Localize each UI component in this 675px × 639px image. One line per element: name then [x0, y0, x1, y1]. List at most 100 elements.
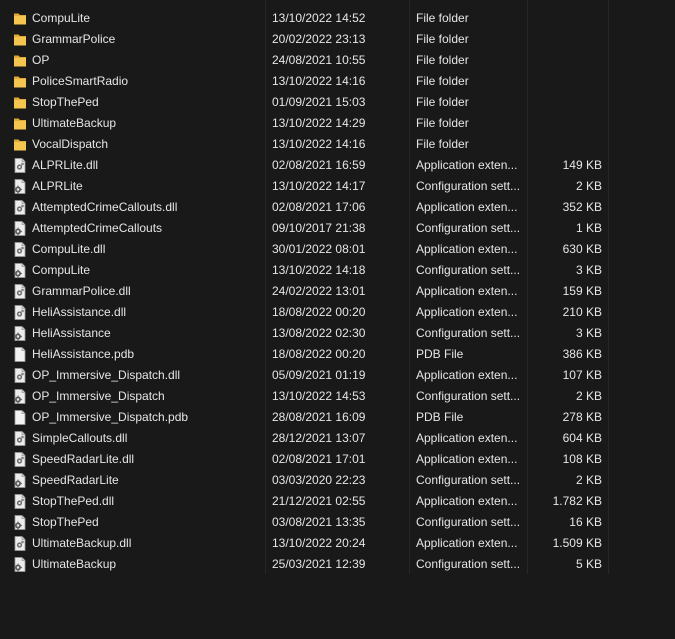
config-icon: [13, 263, 27, 278]
file-type: Application exten...: [416, 536, 518, 550]
file-type: Application exten...: [416, 158, 518, 172]
file-name: AttemptedCrimeCallouts.dll: [32, 200, 178, 214]
file-list: CompuLite 13/10/2022 14:52 File folder Gram…: [0, 8, 675, 575]
file-type: Application exten...: [416, 305, 518, 319]
file-type: Application exten...: [416, 494, 518, 508]
file-name: SpeedRadarLite.dll: [32, 452, 135, 466]
file-size: 107 KB: [562, 368, 602, 382]
date-modified: 05/09/2021 01:19: [272, 368, 366, 382]
file-size: 1.782 KB: [552, 494, 602, 508]
date-modified: 13/10/2022 14:16: [272, 137, 366, 151]
config-icon: [13, 515, 27, 530]
date-modified: 13/10/2022 14:16: [272, 74, 366, 88]
file-size: 108 KB: [562, 452, 602, 466]
file-row[interactable]: GrammarPolice 20/02/2022 23:13 File folder: [0, 29, 675, 50]
file-row[interactable]: OP_Immersive_Dispatch.dll 05/09/2021 01:1…: [0, 365, 675, 386]
file-type: File folder: [416, 53, 469, 67]
file-name: StopThePed.dll: [32, 494, 115, 508]
file-size: 16 KB: [569, 515, 602, 529]
file-name: OP_Immersive_Dispatch: [32, 389, 165, 403]
dll-icon: [13, 158, 27, 173]
date-modified: 24/08/2021 10:55: [272, 53, 366, 67]
file-row[interactable]: GrammarPolice.dll 24/02/2022 13:01 Applica…: [0, 281, 675, 302]
file-name: CompuLite: [32, 263, 91, 277]
file-size: 2 KB: [575, 389, 602, 403]
file-name: StopThePed: [32, 95, 99, 109]
file-name: GrammarPolice: [32, 32, 116, 46]
file-row[interactable]: SpeedRadarLite.dll 02/08/2021 17:01 Applic…: [0, 449, 675, 470]
file-name: SimpleCallouts.dll: [32, 431, 128, 445]
file-row[interactable]: AttemptedCrimeCallouts.dll 02/08/2021 17:…: [0, 197, 675, 218]
folder-icon: [13, 32, 27, 47]
file-row[interactable]: SimpleCallouts.dll 28/12/2021 13:07 Applic…: [0, 428, 675, 449]
pdb-file-icon: [13, 347, 27, 362]
file-row[interactable]: UltimateBackup 25/03/2021 12:39 Configurat…: [0, 554, 675, 575]
file-type: Configuration sett...: [416, 179, 521, 193]
file-row[interactable]: VocalDispatch 13/10/2022 14:16 File folder: [0, 134, 675, 155]
date-modified: 13/10/2022 14:52: [272, 11, 366, 25]
file-type: Configuration sett...: [416, 473, 521, 487]
file-size: 210 KB: [562, 305, 602, 319]
file-row[interactable]: CompuLite 13/10/2022 14:18 Configuration s…: [0, 260, 675, 281]
file-row[interactable]: OP_Immersive_Dispatch 13/10/2022 14:53 Con…: [0, 386, 675, 407]
file-name: VocalDispatch: [32, 137, 109, 151]
folder-icon: [13, 137, 27, 152]
folder-icon: [13, 74, 27, 89]
folder-icon: [13, 11, 27, 26]
file-row[interactable]: OP 24/08/2021 10:55 File folder: [0, 50, 675, 71]
date-modified: 13/10/2022 14:29: [272, 116, 366, 130]
file-type: File folder: [416, 74, 469, 88]
file-type: Application exten...: [416, 242, 518, 256]
date-modified: 28/08/2021 16:09: [272, 410, 366, 424]
config-icon: [13, 473, 27, 488]
file-name: OP_Immersive_Dispatch.pdb: [32, 410, 189, 424]
date-modified: 25/03/2021 12:39: [272, 557, 366, 571]
file-row[interactable]: StopThePed.dll 21/12/2021 02:55 Applicatio…: [0, 491, 675, 512]
file-size: 352 KB: [562, 200, 602, 214]
file-name: UltimateBackup.dll: [32, 536, 132, 550]
file-row[interactable]: StopThePed 01/09/2021 15:03 File folder: [0, 92, 675, 113]
dll-icon: [13, 200, 27, 215]
file-row[interactable]: CompuLite 13/10/2022 14:52 File folder: [0, 8, 675, 29]
file-row[interactable]: ALPRLite 13/10/2022 14:17 Configuration se…: [0, 176, 675, 197]
file-type: PDB File: [416, 347, 464, 361]
file-type: Configuration sett...: [416, 326, 521, 340]
file-size: 149 KB: [562, 158, 602, 172]
folder-icon: [13, 116, 27, 131]
file-row[interactable]: HeliAssistance.pdb 18/08/2022 00:20 PDB Fi…: [0, 344, 675, 365]
date-modified: 21/12/2021 02:55: [272, 494, 366, 508]
file-type: Application exten...: [416, 452, 518, 466]
dll-icon: [13, 431, 27, 446]
file-size: 1.509 KB: [552, 536, 602, 550]
file-type: File folder: [416, 137, 469, 151]
file-row[interactable]: OP_Immersive_Dispatch.pdb 28/08/2021 16:0…: [0, 407, 675, 428]
config-icon: [13, 326, 27, 341]
file-row[interactable]: PoliceSmartRadio 13/10/2022 14:16 File fol…: [0, 71, 675, 92]
date-modified: 13/10/2022 14:17: [272, 179, 366, 193]
file-row[interactable]: AttemptedCrimeCallouts 09/10/2017 21:38 Co…: [0, 218, 675, 239]
file-row[interactable]: SpeedRadarLite 03/03/2020 22:23 Configurat…: [0, 470, 675, 491]
dll-icon: [13, 305, 27, 320]
file-row[interactable]: HeliAssistance.dll 18/08/2022 00:20 Applic…: [0, 302, 675, 323]
file-row[interactable]: ALPRLite.dll 02/08/2021 16:59 Application …: [0, 155, 675, 176]
file-size: 2 KB: [575, 179, 602, 193]
folder-icon: [13, 95, 27, 110]
file-name: ALPRLite: [32, 179, 83, 193]
date-modified: 24/02/2022 13:01: [272, 284, 366, 298]
file-type: Configuration sett...: [416, 557, 521, 571]
file-type: Application exten...: [416, 368, 518, 382]
date-modified: 13/10/2022 14:18: [272, 263, 366, 277]
file-type: Configuration sett...: [416, 263, 521, 277]
config-icon: [13, 389, 27, 404]
config-icon: [13, 179, 27, 194]
date-modified: 13/10/2022 20:24: [272, 536, 366, 550]
file-row[interactable]: UltimateBackup 13/10/2022 14:29 File folde…: [0, 113, 675, 134]
file-row[interactable]: StopThePed 03/08/2021 13:35 Configuration …: [0, 512, 675, 533]
date-modified: 03/08/2021 13:35: [272, 515, 366, 529]
file-size: 630 KB: [562, 242, 602, 256]
file-row[interactable]: UltimateBackup.dll 13/10/2022 20:24 Applic…: [0, 533, 675, 554]
file-row[interactable]: HeliAssistance 13/08/2022 02:30 Configurat…: [0, 323, 675, 344]
date-modified: 13/10/2022 14:53: [272, 389, 366, 403]
config-icon: [13, 557, 27, 572]
file-row[interactable]: CompuLite.dll 30/01/2022 08:01 Application…: [0, 239, 675, 260]
